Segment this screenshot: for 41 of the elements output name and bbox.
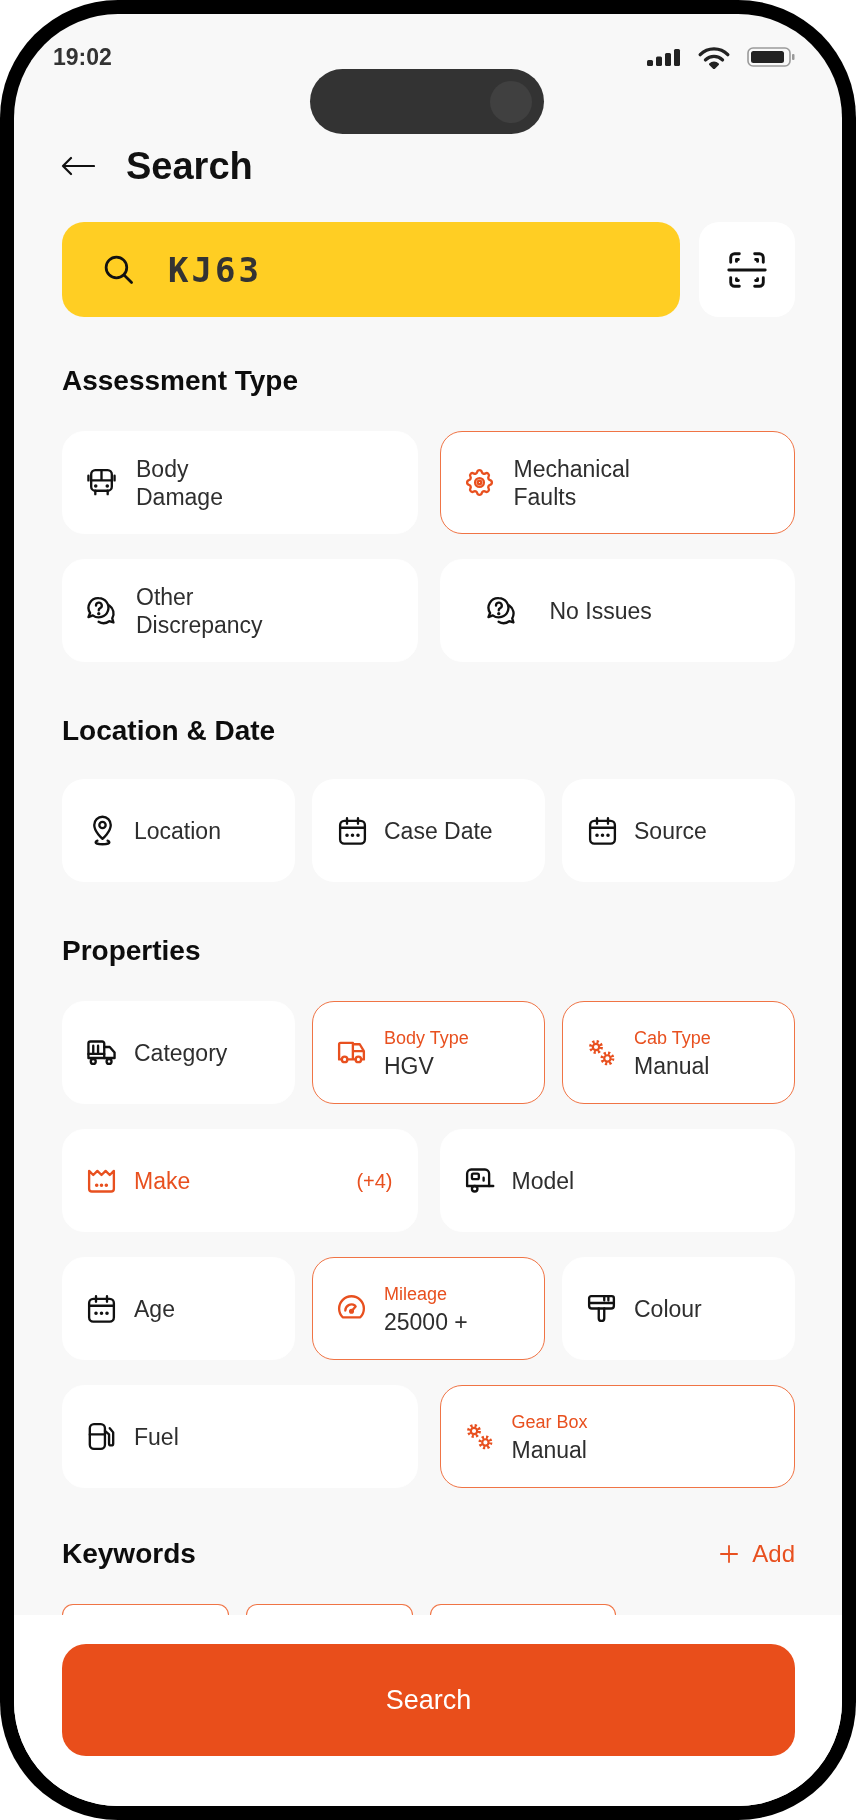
filter-option[interactable]: Category — [62, 1001, 295, 1104]
signal-icon — [647, 48, 681, 66]
calendar-icon — [336, 814, 369, 847]
back-button[interactable] — [60, 154, 95, 178]
calendar-icon — [586, 814, 619, 847]
filter-option[interactable]: Make (+4) — [62, 1129, 418, 1232]
search-icon — [102, 253, 135, 286]
status-time: 19:02 — [53, 45, 112, 69]
plus-icon — [720, 1545, 739, 1563]
keyword-chip[interactable] — [62, 1604, 229, 1615]
section-heading: Assessment Type — [62, 365, 300, 397]
section-heading: Location & Date — [62, 715, 277, 747]
filter-option[interactable]: Fuel — [62, 1385, 418, 1488]
search-button[interactable]: Search — [62, 1644, 795, 1756]
filter-option[interactable]: Colour — [562, 1257, 795, 1360]
filter-option[interactable]: Case Date — [312, 779, 545, 882]
filter-option[interactable]: Mileage 25000 + — [312, 1257, 545, 1360]
filter-option[interactable]: Location — [62, 779, 295, 882]
filter-option[interactable]: Source — [562, 779, 795, 882]
page-title: Search — [126, 144, 253, 189]
scan-button[interactable] — [699, 222, 795, 317]
search-field[interactable]: KJ63 — [62, 222, 680, 317]
wifi-icon — [697, 45, 731, 69]
back-arrow-icon — [60, 156, 95, 176]
filter-option[interactable]: Gear Box Manual — [439, 1385, 795, 1488]
keyword-chip[interactable] — [246, 1604, 413, 1615]
section-heading: Keywords — [62, 1538, 196, 1570]
section-heading: Properties — [62, 935, 202, 967]
add-keyword-button[interactable]: Add — [720, 1539, 795, 1569]
assessment-option[interactable]: Mechanical Faults — [439, 431, 795, 534]
battery-icon — [747, 47, 795, 67]
question-bubble-icon — [484, 594, 518, 627]
assessment-option[interactable]: No Issues — [439, 559, 795, 662]
filter-option[interactable]: Age — [62, 1257, 295, 1360]
filter-option[interactable]: Model — [439, 1129, 795, 1232]
keyword-chip[interactable] — [430, 1604, 616, 1615]
filter-option[interactable]: Body Type HGV — [312, 1001, 545, 1104]
assessment-option[interactable]: Other Discrepancy — [62, 559, 418, 662]
question-bubble-icon — [85, 594, 118, 627]
filter-option[interactable]: Cab Type Manual — [562, 1001, 795, 1104]
assessment-option[interactable]: Body Damage — [62, 431, 418, 534]
